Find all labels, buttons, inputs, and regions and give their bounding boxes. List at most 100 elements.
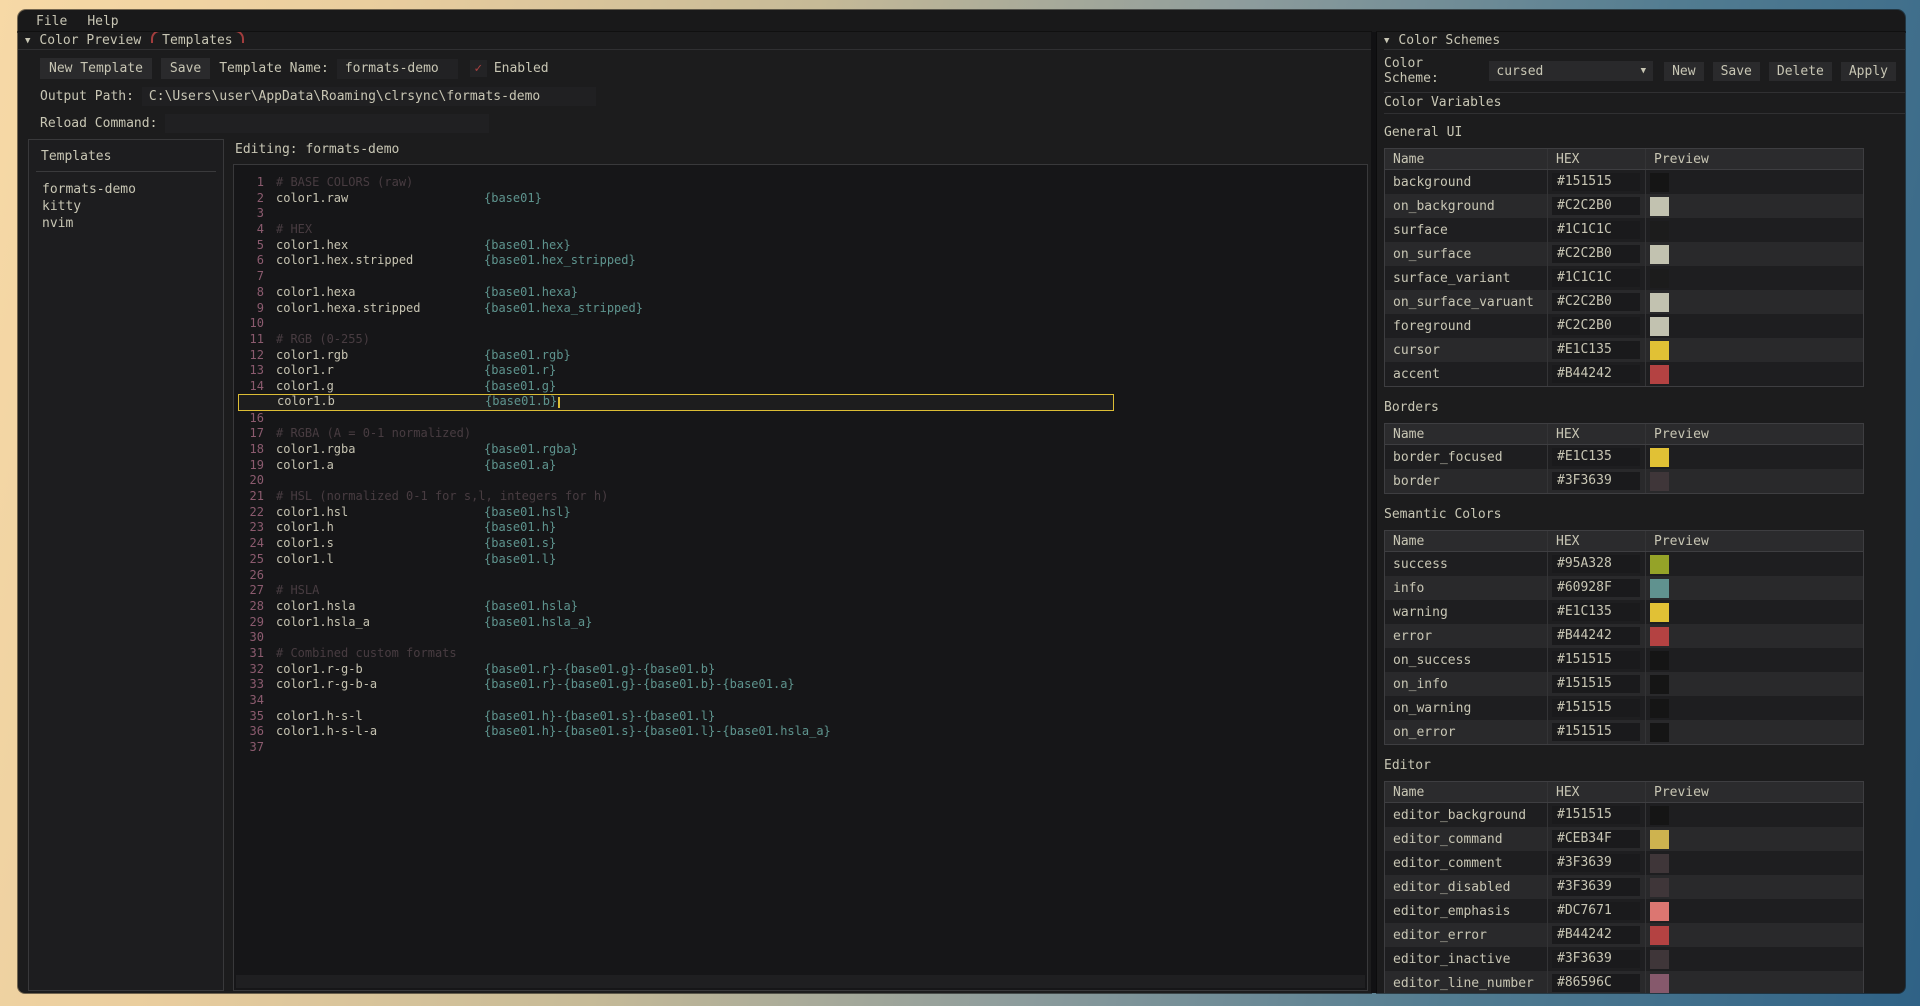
hex-input-border[interactable]: #3F3639 — [1552, 472, 1640, 490]
editor-line-13[interactable]: 13color1.r{base01.r} — [234, 363, 1367, 379]
editor-line-14[interactable]: 14color1.g{base01.g} — [234, 379, 1367, 395]
editor-line-7[interactable]: 7 — [234, 269, 1367, 285]
color-swatch-surface[interactable] — [1650, 221, 1669, 240]
hex-input-success[interactable]: #95A328 — [1552, 555, 1640, 573]
hex-input-on_info[interactable]: #151515 — [1552, 675, 1640, 693]
editor-line-21[interactable]: 21# HSL (normalized 0-1 for s,l, integer… — [234, 489, 1367, 505]
editor-line-28[interactable]: 28color1.hsla{base01.hsla} — [234, 599, 1367, 615]
editor-horizontal-scrollbar[interactable] — [236, 975, 1365, 988]
color-swatch-on_error[interactable] — [1650, 723, 1669, 742]
scheme-save-button[interactable]: Save — [1713, 62, 1760, 81]
color-swatch-accent[interactable] — [1650, 365, 1669, 384]
editor-line-6[interactable]: 6color1.hex.stripped{base01.hex_stripped… — [234, 253, 1367, 269]
color-swatch-on_warning[interactable] — [1650, 699, 1669, 718]
template-item-formats-demo[interactable]: formats-demo — [41, 181, 211, 198]
editor-line-30[interactable]: 30 — [234, 630, 1367, 646]
menu-help[interactable]: Help — [77, 12, 128, 31]
hex-input-editor_line_number[interactable]: #86596C — [1552, 974, 1640, 992]
editor-line-36[interactable]: 36color1.h-s-l-a{base01.h}-{base01.s}-{b… — [234, 724, 1367, 740]
scheme-delete-button[interactable]: Delete — [1769, 62, 1832, 81]
hex-input-editor_command[interactable]: #CEB34F — [1552, 830, 1640, 848]
template-item-kitty[interactable]: kitty — [41, 198, 211, 215]
hex-input-on_warning[interactable]: #151515 — [1552, 699, 1640, 717]
editor-line-11[interactable]: 11# RGB (0-255) — [234, 332, 1367, 348]
color-swatch-border[interactable] — [1650, 472, 1669, 491]
editor-line-27[interactable]: 27# HSLA — [234, 583, 1367, 599]
editor-line-31[interactable]: 31# Combined custom formats — [234, 646, 1367, 662]
color-swatch-editor_disabled[interactable] — [1650, 878, 1669, 897]
hex-input-error[interactable]: #B44242 — [1552, 627, 1640, 645]
editor-line-29[interactable]: 29color1.hsla_a{base01.hsla_a} — [234, 615, 1367, 631]
hex-input-cursor[interactable]: #E1C135 — [1552, 341, 1640, 359]
color-swatch-editor_comment[interactable] — [1650, 854, 1669, 873]
hex-input-on_surface_varuant[interactable]: #C2C2B0 — [1552, 293, 1640, 311]
hex-input-editor_comment[interactable]: #3F3639 — [1552, 854, 1640, 872]
editor-line-1[interactable]: 1# BASE COLORS (raw) — [234, 175, 1367, 191]
hex-input-editor_disabled[interactable]: #3F3639 — [1552, 878, 1640, 896]
color-swatch-border_focused[interactable] — [1650, 448, 1669, 467]
color-swatch-warning[interactable] — [1650, 603, 1669, 622]
color-swatch-foreground[interactable] — [1650, 317, 1669, 336]
hex-input-background[interactable]: #151515 — [1552, 173, 1640, 191]
editor-line-17[interactable]: 17# RGBA (A = 0-1 normalized) — [234, 426, 1367, 442]
color-swatch-on_success[interactable] — [1650, 651, 1669, 670]
template-name-input[interactable]: formats-demo — [337, 59, 458, 79]
template-editor[interactable]: 1# BASE COLORS (raw)2color1.raw{base01}3… — [233, 164, 1368, 991]
editor-line-23[interactable]: 23color1.h{base01.h} — [234, 520, 1367, 536]
enabled-checkbox[interactable]: ✓ — [470, 60, 487, 77]
editor-line-16[interactable]: 16 — [234, 411, 1367, 427]
color-variables-header[interactable]: Color Variables — [1384, 92, 1905, 114]
template-item-nvim[interactable]: nvim — [41, 215, 211, 232]
hex-input-border_focused[interactable]: #E1C135 — [1552, 448, 1640, 466]
scheme-apply-button[interactable]: Apply — [1841, 62, 1896, 81]
new-template-button[interactable]: New Template — [40, 58, 152, 79]
hex-input-on_background[interactable]: #C2C2B0 — [1552, 197, 1640, 215]
color-swatch-editor_error[interactable] — [1650, 926, 1669, 945]
color-swatch-editor_command[interactable] — [1650, 830, 1669, 849]
color-swatch-on_info[interactable] — [1650, 675, 1669, 694]
reload-command-input[interactable] — [165, 114, 489, 133]
color-swatch-cursor[interactable] — [1650, 341, 1669, 360]
color-swatch-on_surface[interactable] — [1650, 245, 1669, 264]
editor-line-15[interactable]: color1.b{base01.b} — [238, 394, 1114, 411]
tab-templates[interactable]: Templates — [151, 32, 243, 49]
editor-line-9[interactable]: 9color1.hexa.stripped{base01.hexa_stripp… — [234, 301, 1367, 317]
hex-input-on_error[interactable]: #151515 — [1552, 723, 1640, 741]
color-swatch-background[interactable] — [1650, 173, 1669, 192]
editor-line-25[interactable]: 25color1.l{base01.l} — [234, 552, 1367, 568]
color-swatch-surface_variant[interactable] — [1650, 269, 1669, 288]
editor-line-10[interactable]: 10 — [234, 316, 1367, 332]
hex-input-foreground[interactable]: #C2C2B0 — [1552, 317, 1640, 335]
color-swatch-on_surface_varuant[interactable] — [1650, 293, 1669, 312]
editor-line-34[interactable]: 34 — [234, 693, 1367, 709]
color-swatch-editor_inactive[interactable] — [1650, 950, 1669, 969]
hex-input-warning[interactable]: #E1C135 — [1552, 603, 1640, 621]
hex-input-on_surface[interactable]: #C2C2B0 — [1552, 245, 1640, 263]
editor-line-35[interactable]: 35color1.h-s-l{base01.h}-{base01.s}-{bas… — [234, 709, 1367, 725]
editor-line-4[interactable]: 4# HEX — [234, 222, 1367, 238]
editor-line-33[interactable]: 33color1.r-g-b-a{base01.r}-{base01.g}-{b… — [234, 677, 1367, 693]
editor-line-5[interactable]: 5color1.hex{base01.hex} — [234, 238, 1367, 254]
color-swatch-error[interactable] — [1650, 627, 1669, 646]
hex-input-on_success[interactable]: #151515 — [1552, 651, 1640, 669]
collapse-icon[interactable]: ▼ — [25, 36, 30, 46]
editor-line-26[interactable]: 26 — [234, 568, 1367, 584]
editor-line-19[interactable]: 19color1.a{base01.a} — [234, 458, 1367, 474]
editor-line-24[interactable]: 24color1.s{base01.s} — [234, 536, 1367, 552]
color-swatch-on_background[interactable] — [1650, 197, 1669, 216]
collapse-icon[interactable]: ▼ — [1384, 36, 1389, 46]
color-scheme-select[interactable]: cursed ▼ — [1489, 61, 1653, 81]
editor-line-32[interactable]: 32color1.r-g-b{base01.r}-{base01.g}-{bas… — [234, 662, 1367, 678]
editor-line-12[interactable]: 12color1.rgb{base01.rgb} — [234, 348, 1367, 364]
scheme-new-button[interactable]: New — [1664, 62, 1703, 81]
hex-input-accent[interactable]: #B44242 — [1552, 365, 1640, 383]
save-template-button[interactable]: Save — [161, 58, 210, 79]
hex-input-editor_background[interactable]: #151515 — [1552, 806, 1640, 824]
editor-line-37[interactable]: 37 — [234, 740, 1367, 756]
hex-input-editor_inactive[interactable]: #3F3639 — [1552, 950, 1640, 968]
editor-line-22[interactable]: 22color1.hsl{base01.hsl} — [234, 505, 1367, 521]
output-path-input[interactable]: C:\Users\user\AppData\Roaming\clrsync\fo… — [142, 87, 596, 106]
editor-line-3[interactable]: 3 — [234, 206, 1367, 222]
color-swatch-success[interactable] — [1650, 555, 1669, 574]
editor-line-8[interactable]: 8color1.hexa{base01.hexa} — [234, 285, 1367, 301]
